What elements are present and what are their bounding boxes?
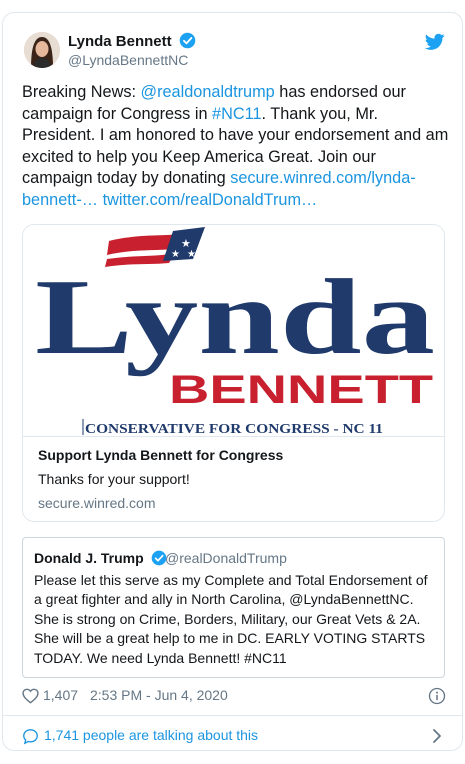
quoted-tweet[interactable]: Donald J. Trump @realDonaldTrump Please … bbox=[22, 537, 445, 678]
author-handle[interactable]: @LyndaBennettNC bbox=[68, 52, 188, 68]
author-avatar[interactable] bbox=[24, 32, 60, 68]
quoted-author-name[interactable]: Donald J. Trump bbox=[34, 550, 167, 566]
tweet-body: Breaking News: @realdonaldtrump has endo… bbox=[22, 82, 450, 212]
divider bbox=[3, 715, 462, 716]
link-card-description: Thanks for your support! bbox=[38, 471, 190, 487]
campaign-banner-image: ★ ★ ★ Lynda BENNETT CONSERVATIVE FOR CON… bbox=[23, 225, 444, 437]
avatar-image bbox=[24, 32, 60, 68]
like-count[interactable]: 1,407 bbox=[43, 687, 78, 703]
conversation-link[interactable]: 1,741 people are talking about this bbox=[22, 726, 447, 746]
mention-link[interactable]: @realdonaldtrump bbox=[141, 83, 275, 101]
chevron-right-icon[interactable] bbox=[431, 728, 443, 744]
tweet-timestamp[interactable]: 2:53 PM - Jun 4, 2020 bbox=[90, 687, 228, 703]
quoted-author-name-text[interactable]: Donald J. Trump bbox=[34, 550, 144, 566]
tweet-text-start: Breaking News: bbox=[22, 83, 141, 101]
hashtag-link[interactable]: #NC11 bbox=[212, 105, 261, 123]
tweet-footer: 1,407 2:53 PM - Jun 4, 2020 bbox=[22, 685, 447, 709]
link-card-title[interactable]: Support Lynda Bennett for Congress bbox=[38, 447, 283, 463]
info-icon[interactable] bbox=[428, 687, 446, 705]
banner-name: Lynda bbox=[35, 258, 435, 377]
author-name-text[interactable]: Lynda Bennett bbox=[68, 33, 172, 50]
quoted-author-handle[interactable]: @realDonaldTrump bbox=[165, 550, 287, 566]
conversation-count[interactable]: 1,741 people are talking about this bbox=[44, 727, 258, 743]
quoted-tweet-text: Please let this serve as my Complete and… bbox=[34, 572, 428, 666]
link-preview-card[interactable]: ★ ★ ★ Lynda BENNETT CONSERVATIVE FOR CON… bbox=[22, 224, 445, 522]
heart-icon[interactable] bbox=[22, 688, 39, 704]
author-name[interactable]: Lynda Bennett bbox=[68, 32, 196, 50]
link-card-domain: secure.winred.com bbox=[38, 495, 156, 511]
banner-tagline: CONSERVATIVE FOR CONGRESS - NC 11 bbox=[85, 422, 383, 437]
tweet-card: Lynda Bennett @LyndaBennettNC Breaking N… bbox=[2, 12, 463, 751]
twitter-bird-icon[interactable] bbox=[425, 33, 445, 51]
banner-surname: BENNETT bbox=[169, 368, 433, 412]
quoted-tweet-link[interactable]: twitter.com/realDonaldTrum… bbox=[103, 191, 318, 209]
verified-badge-icon bbox=[179, 32, 196, 49]
speech-bubble-icon bbox=[23, 729, 38, 745]
